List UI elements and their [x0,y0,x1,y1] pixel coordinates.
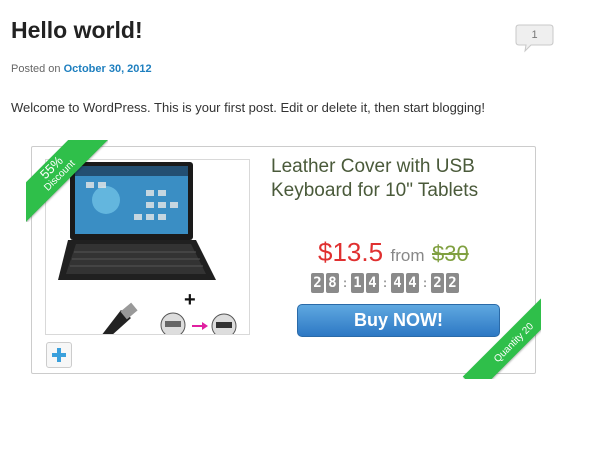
original-price: $30 [431,241,469,266]
post-title[interactable]: Hello world! [11,17,143,44]
countdown-digit: 4 [406,273,419,293]
post-meta: Posted on October 30, 2012 [11,63,152,75]
product-title[interactable]: Leather Cover with USB Keyboard for 10" … [271,155,511,203]
discount-ribbon: 55% Discount [26,140,108,222]
countdown-digit: 1 [351,273,364,293]
countdown-separator: : [342,275,348,290]
plus-icon [52,348,66,362]
countdown-digit: 4 [366,273,379,293]
svg-text:+: + [184,289,196,311]
countdown-separator: : [382,275,388,290]
quantity-ribbon: Quantity 20 [459,297,541,379]
from-label: from [390,246,425,265]
comment-count: 1 [531,29,538,41]
countdown-digit: 8 [326,273,339,293]
current-price: $13.5 [318,237,384,267]
comment-count-bubble[interactable]: 1 [515,23,554,53]
countdown-digit: 2 [446,273,459,293]
countdown-digit: 4 [391,273,404,293]
price-row: $13.5 from $30 [318,237,469,268]
post-content: Welcome to WordPress. This is your first… [11,100,485,115]
post-date-link[interactable]: October 30, 2012 [64,63,152,75]
posted-on-label: Posted on [11,63,61,75]
countdown-digit: 2 [311,273,324,293]
countdown-digit: 2 [431,273,444,293]
zoom-image-button[interactable] [46,342,72,368]
countdown-separator: : [422,275,428,290]
quantity-label: Quantity 20 [492,321,537,366]
countdown-timer: 2 8 : 1 4 : 4 4 : 2 2 [311,273,461,293]
